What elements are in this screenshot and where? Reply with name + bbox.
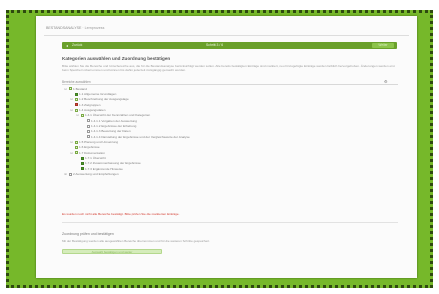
expand-toggle-icon[interactable]: ⊟ — [70, 140, 73, 144]
expand-toggle-icon[interactable]: ⊟ — [70, 97, 73, 101]
tree-row-label: 1.4 Ausgangsdaten — [79, 108, 106, 113]
footer-divider — [62, 222, 398, 223]
tree-checkbox[interactable] — [74, 97, 78, 101]
page-title: Kategorien auswählen und Zuordnung bestä… — [62, 56, 171, 61]
app-window: BESTANDSANALYSE · Lernprozess ◂ Zurück S… — [36, 16, 417, 278]
tree-row-label: 1.2 Beschreibung der Ausgangslage — [79, 97, 129, 102]
tree-checkbox[interactable] — [74, 108, 78, 112]
tree-row-label: 1.5 Planung und Umsetzung — [79, 140, 119, 145]
tree-row-label: 1.7.2 Zusammenfassung der Ergebnisse — [85, 161, 141, 166]
confirm-text: Mit der Bestätigung werden alle ausgewäh… — [62, 239, 210, 243]
tree-row-label: 1.3 Zielgruppen — [79, 102, 101, 107]
tree-checkbox[interactable] — [74, 145, 78, 149]
tree-checkbox[interactable] — [74, 151, 78, 155]
chevron-left-icon: ◂ — [66, 43, 69, 48]
validation-warning: Es wurden noch nicht alle Bereiche bestä… — [62, 212, 180, 216]
expand-toggle-icon[interactable]: ⊟ — [64, 87, 67, 91]
tree-row-label: 1.1 Allgemeine Grundlagen — [79, 92, 117, 97]
category-tree: ⊟ 1 Bestand 1.1 Allgemeine Grundlagen ⊟ 1.2 … — [64, 86, 398, 177]
tree-row-label: 1.6 Ergebnisse — [79, 145, 100, 150]
tree-row-label: 1.4.1 Übersicht der Kennzahlen und Kateg… — [85, 113, 151, 118]
tree-row-label: 1.7.1 Übersicht — [85, 156, 106, 161]
tree-row-label: 1.7 Dokumentation — [79, 150, 105, 155]
tree-checkbox[interactable] — [86, 119, 90, 123]
app-title-text: BESTANDSANALYSE — [46, 26, 82, 30]
expand-toggle-icon[interactable]: ⊟ — [70, 108, 73, 112]
back-button-label: Zurück — [72, 43, 83, 47]
tree-checkbox[interactable] — [80, 113, 84, 117]
tree-checkbox[interactable] — [74, 92, 78, 96]
app-title: BESTANDSANALYSE · Lernprozess — [46, 26, 104, 30]
tree-row-label: 1.7.3 Ergänzende Hinweise — [85, 166, 123, 171]
next-button[interactable]: Weiter — [372, 43, 394, 48]
tree-row-label: 1.4.1.3 Bewertung der Daten — [91, 129, 131, 134]
intro-text: Bitte wählen Sie die Bereiche und Unterb… — [62, 64, 395, 73]
expand-toggle-icon[interactable]: ⊞ — [64, 172, 67, 176]
tree-row-label: 2 Auswertung und Empfehlungen — [73, 172, 119, 177]
tree-checkbox[interactable] — [74, 103, 78, 107]
expand-toggle-icon[interactable]: ⊟ — [76, 113, 79, 117]
tree-checkbox[interactable] — [68, 87, 72, 91]
tree-row-label: 1.4.1.2 Ergebnisse der Erhebung — [91, 124, 137, 129]
tree-checkbox[interactable] — [86, 129, 90, 133]
tree-checkbox[interactable] — [74, 140, 78, 144]
confirm-heading: Zuordnung prüfen und bestätigen — [62, 232, 114, 236]
back-button[interactable]: ◂ Zurück — [66, 43, 88, 48]
tree-checkbox[interactable] — [86, 135, 90, 139]
progress-step-label: Schritt 3 / 6 — [206, 43, 224, 47]
tree-checkbox[interactable] — [80, 167, 84, 171]
tree-row-label: 1.4.1.4 Darstellung der Ergebnisse und d… — [91, 134, 190, 139]
confirm-button[interactable]: Auswahl bestätigen und weiter — [62, 249, 162, 254]
wizard-progress-bar: ◂ Zurück Schritt 3 / 6 Weiter — [62, 42, 397, 49]
tree-checkbox[interactable] — [80, 156, 84, 160]
tree-row-label: 1 Bestand — [73, 86, 87, 91]
tree-checkbox[interactable] — [80, 161, 84, 165]
expand-toggle-icon[interactable]: ⊟ — [70, 151, 73, 155]
tree-row[interactable]: ⊞ 2 Auswertung und Empfehlungen — [64, 172, 398, 177]
tree-row-label: 1.4.1.1 Vorgaben der Auswertung — [91, 118, 137, 123]
title-divider — [44, 35, 409, 36]
tree-checkbox[interactable] — [86, 124, 90, 128]
tree-checkbox[interactable] — [68, 172, 72, 176]
app-subtitle: · Lernprozess — [82, 26, 105, 30]
tree-divider — [62, 84, 398, 85]
